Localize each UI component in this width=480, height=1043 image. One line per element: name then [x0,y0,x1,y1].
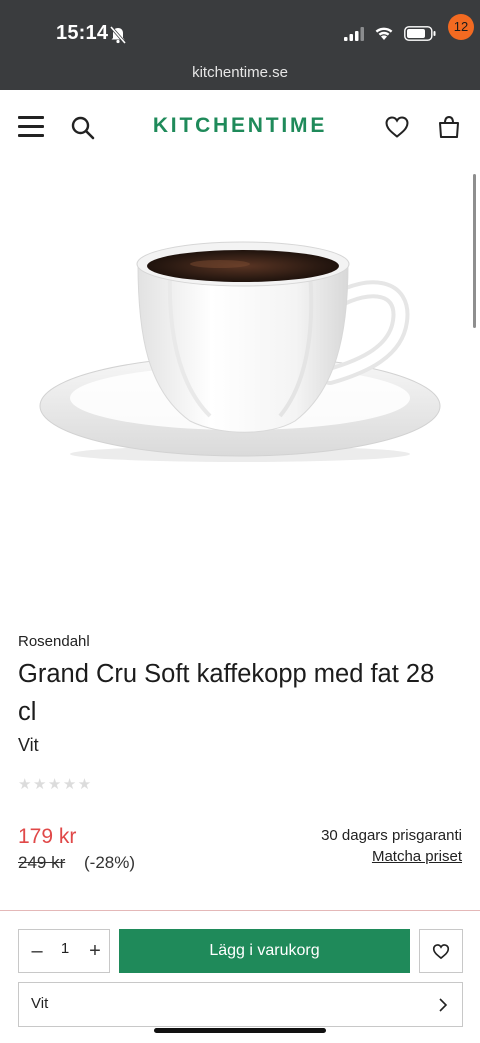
signal-icon [344,26,364,41]
quantity-increase-button[interactable]: + [85,938,105,964]
original-price: 249 kr [18,853,66,872]
chevron-right-icon [439,998,448,1012]
price-guarantee-text: 30 dagars prisgaranti [321,827,462,844]
match-price-link[interactable]: Matcha priset [372,848,462,865]
shopping-bag-icon[interactable] [438,115,460,139]
add-to-wishlist-button[interactable] [419,929,463,973]
home-indicator[interactable] [154,1028,326,1033]
variant-select[interactable]: Vit [18,982,463,1027]
quantity-stepper: – 1 + [18,929,110,973]
page-scrollbar[interactable] [473,174,476,328]
sale-price: 179 kr [18,825,77,848]
rating-stars[interactable]: ★★★★★ [18,775,93,793]
site-header: KITCHENTIME [0,90,480,166]
product-title: Grand Cru Soft kaffekopp med fat 28 cl [18,660,435,726]
battery-icon [404,26,436,41]
wishlist-heart-icon[interactable] [384,115,410,139]
status-bar: 15:14 kitchentime.se [0,0,480,90]
product-variant: Vit [18,735,39,755]
heart-icon [432,944,450,960]
divider [0,910,480,911]
wifi-icon [375,27,393,40]
bell-muted-icon [110,26,126,44]
quantity-value[interactable]: 1 [53,940,77,957]
discount-percent: (-28%) [84,853,136,872]
variant-select-value: Vit [31,995,49,1012]
product-image[interactable] [30,226,450,476]
cart-count-badge[interactable]: 12 [448,14,474,40]
address-bar-url[interactable]: kitchentime.se [0,64,480,81]
quantity-decrease-button[interactable]: – [27,938,47,964]
add-to-cart-button[interactable]: Lägg i varukorg [119,929,410,973]
product-brand[interactable]: Rosendahl [18,633,90,650]
status-time: 15:14 [56,22,109,44]
